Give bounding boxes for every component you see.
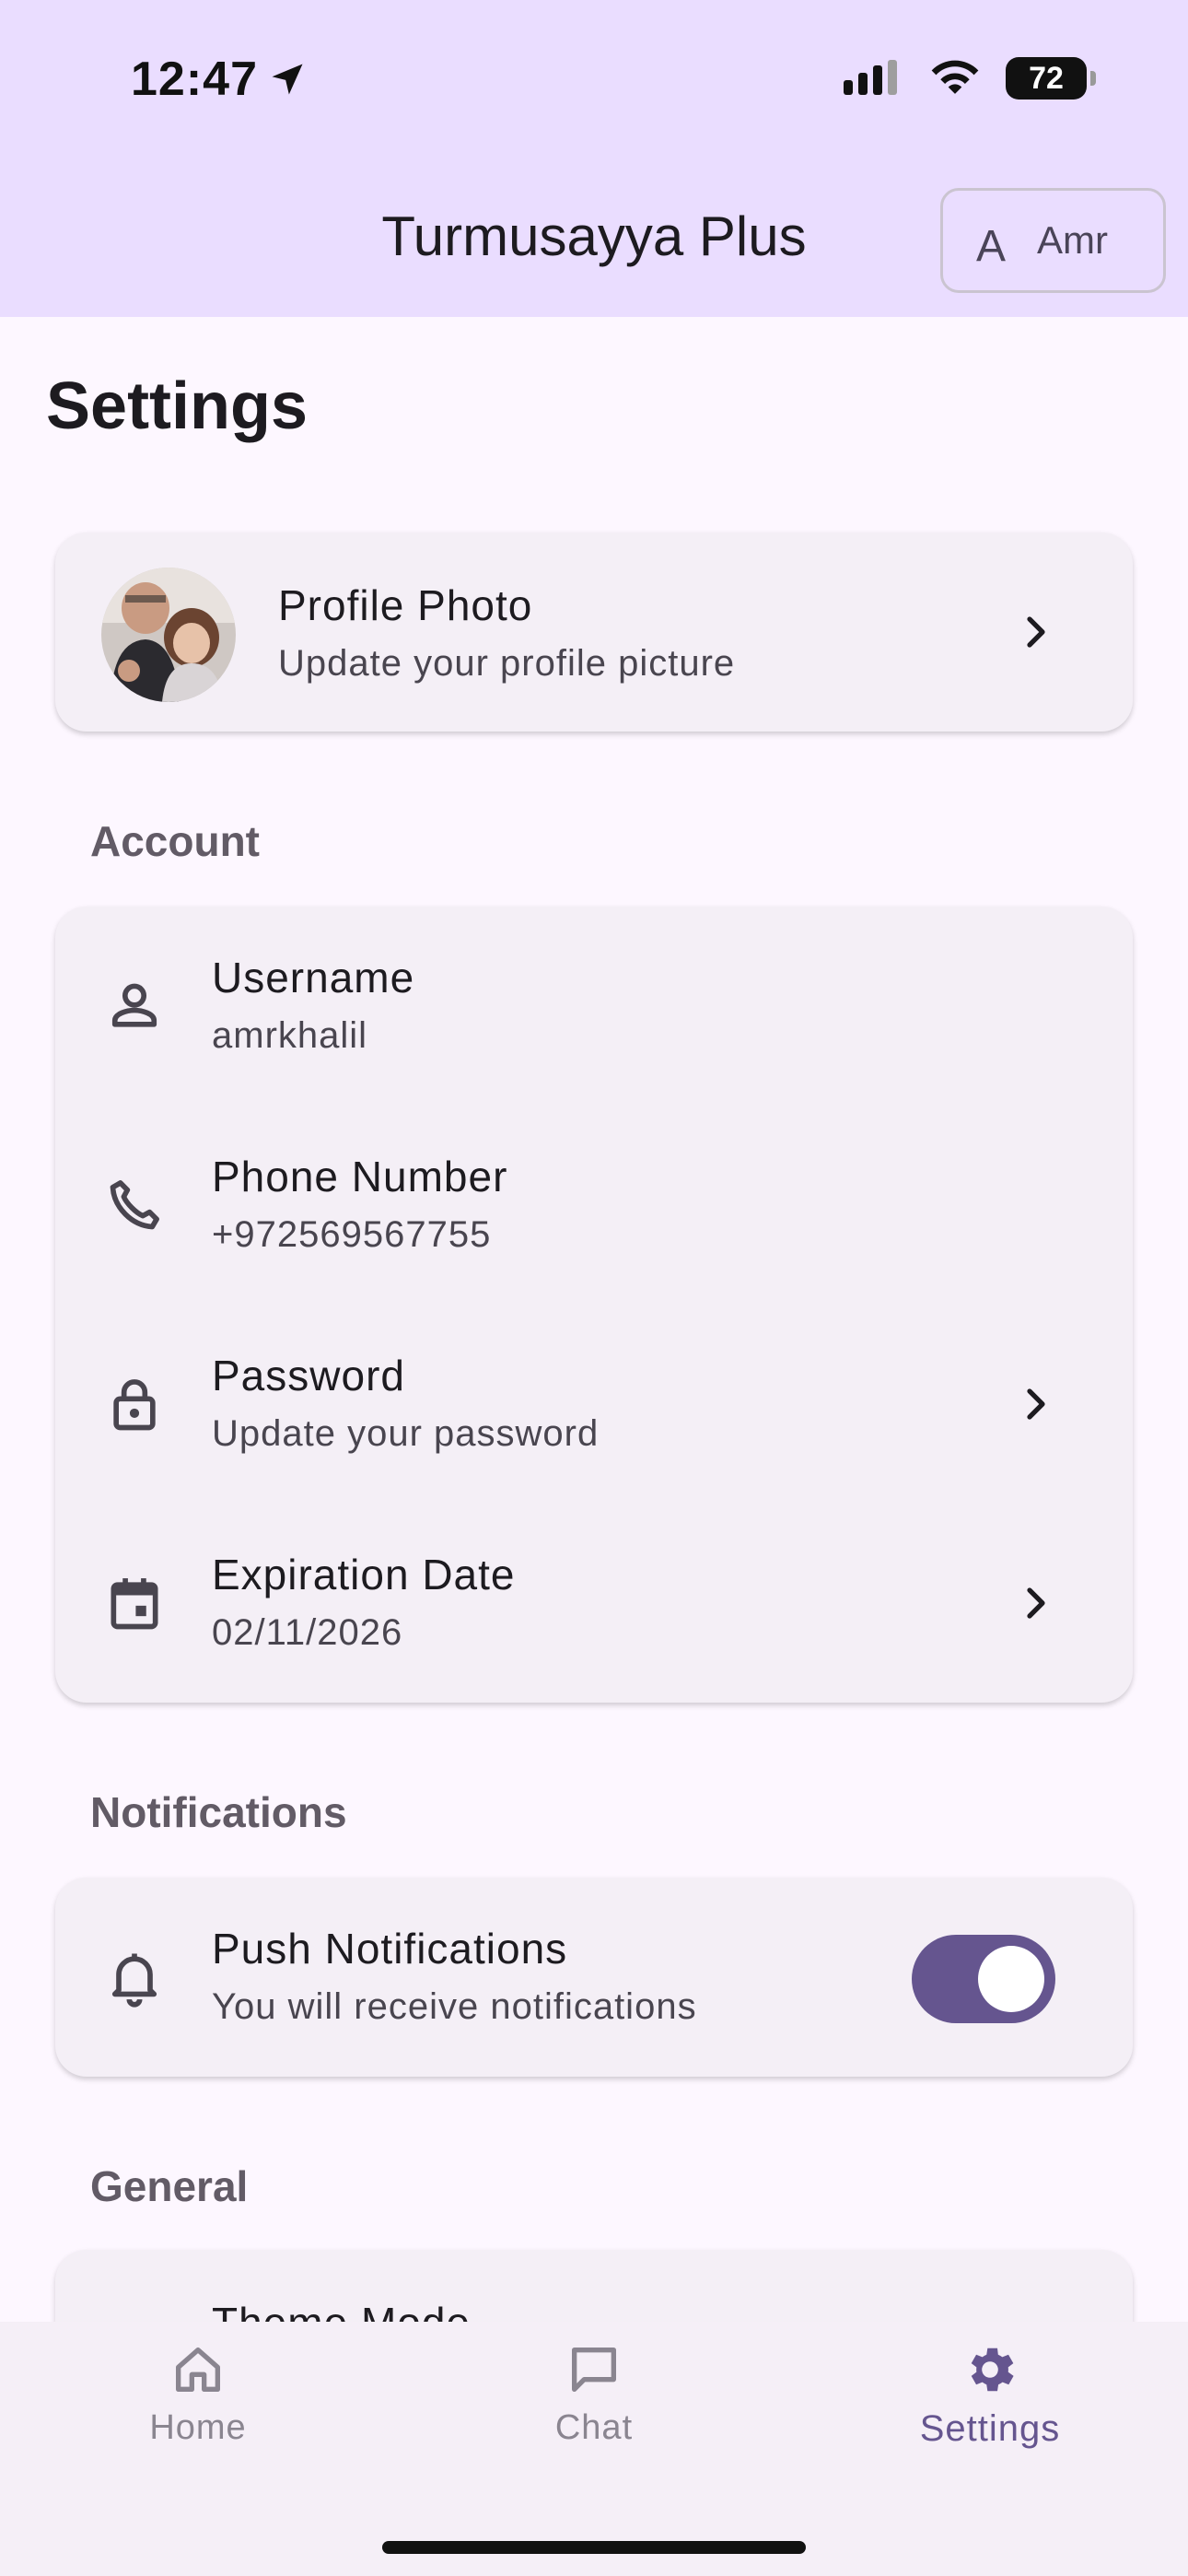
password-subtitle: Update your password: [212, 1413, 600, 1454]
username-title: Username: [212, 954, 415, 1001]
notifications-card: Push Notifications You will receive noti…: [55, 1878, 1133, 2077]
section-label-account: Account: [90, 817, 260, 865]
phone-icon: [110, 1180, 159, 1230]
status-time-text: 12:47: [131, 53, 258, 106]
status-indicators: 72: [844, 57, 1096, 100]
push-notifications-toggle[interactable]: [912, 1935, 1055, 2023]
home-icon: [176, 2348, 220, 2392]
toggle-knob: [978, 1946, 1044, 2012]
phone-number-value: +972569567755: [212, 1214, 492, 1255]
account-card: Username amrkhalil Phone Number +9725695…: [55, 907, 1133, 1703]
profile-photo-title: Profile Photo: [278, 581, 533, 629]
user-name: Amr: [1037, 218, 1109, 262]
expiration-date-row[interactable]: Expiration Date 02/11/2026: [55, 1504, 1133, 1703]
chevron-right-icon: [1027, 616, 1045, 648]
expiration-date-value: 02/11/2026: [212, 1612, 403, 1653]
profile-photo-row[interactable]: Profile Photo Update your profile pictur…: [55, 533, 1133, 732]
nav-label-home: Home: [149, 2408, 247, 2447]
profile-photo-subtitle: Update your profile picture: [278, 643, 736, 684]
wifi-icon: [931, 60, 979, 94]
user-initial: A: [976, 221, 1007, 271]
username-row[interactable]: Username amrkhalil: [55, 907, 1133, 1106]
nav-item-home[interactable]: Home: [60, 2340, 336, 2448]
user-chip[interactable]: A Amr: [940, 188, 1166, 293]
section-label-notifications: Notifications: [90, 1788, 347, 1836]
home-indicator: [382, 2541, 806, 2554]
top-app-bar: 12:47 72 Turmusayya Plus A Amr: [0, 0, 1188, 317]
password-title: Password: [212, 1352, 405, 1399]
bell-icon: [111, 1953, 157, 2008]
nav-item-settings[interactable]: Settings: [852, 2340, 1128, 2450]
push-notifications-title: Push Notifications: [212, 1925, 568, 1973]
gear-icon: [971, 2348, 1014, 2392]
nav-label-settings: Settings: [919, 2408, 1061, 2449]
person-icon: [111, 983, 157, 1027]
expiration-date-title: Expiration Date: [212, 1551, 516, 1598]
page-title: Settings: [46, 369, 309, 443]
chevron-right-icon: [1027, 1587, 1045, 1619]
phone-number-title: Phone Number: [212, 1153, 508, 1200]
battery-level: 72: [1029, 60, 1064, 96]
username-value: amrkhalil: [212, 1015, 368, 1056]
bottom-navigation: Home Chat Settings: [0, 2322, 1188, 2576]
lock-icon: [113, 1379, 156, 1431]
profile-photo-card[interactable]: Profile Photo Update your profile pictur…: [55, 533, 1133, 732]
push-notifications-subtitle: You will receive notifications: [212, 1986, 697, 2027]
location-arrow-icon: [272, 64, 303, 95]
status-time: 12:47: [131, 52, 308, 107]
nav-item-chat[interactable]: Chat: [456, 2340, 732, 2448]
chat-icon: [572, 2348, 616, 2392]
push-notifications-row[interactable]: Push Notifications You will receive noti…: [55, 1878, 1133, 2077]
calendar-icon: [111, 1578, 158, 1630]
phone-number-row[interactable]: Phone Number +972569567755: [55, 1106, 1133, 1305]
password-row[interactable]: Password Update your password: [55, 1305, 1133, 1504]
nav-label-chat: Chat: [554, 2408, 634, 2447]
section-label-general: General: [90, 2162, 249, 2210]
cellular-signal-icon: [844, 60, 897, 95]
battery-indicator: 72: [1006, 57, 1096, 100]
chevron-right-icon: [1027, 1388, 1045, 1420]
